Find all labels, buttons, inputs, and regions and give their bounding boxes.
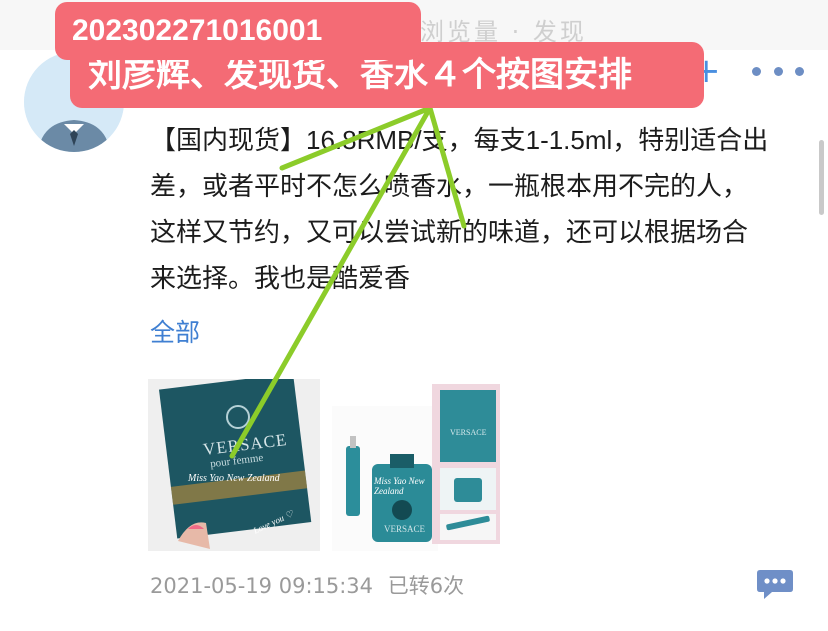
show-all-link[interactable]: 全部 (150, 313, 200, 349)
image-watermark: Miss Yao New Zealand (188, 473, 280, 484)
post-text: 【国内现货】16.8RMB/支，每支1-1.5ml，特别适合出差，或者平时不怎么… (150, 125, 769, 293)
perfume-collage-image (432, 384, 500, 544)
post-meta: 2021-05-19 09:15:34 已转6次 (150, 570, 464, 600)
post-timestamp: 2021-05-19 09:15:34 (150, 574, 374, 598)
comment-bubble-glyph (757, 570, 793, 599)
comment-bubble-icon[interactable] (756, 568, 794, 600)
post-image-2[interactable]: Miss Yao New Zealand VERSACE (332, 406, 438, 551)
image-label: VERSACE (450, 428, 487, 437)
more-dot (752, 66, 761, 76)
screen: 浏览量 · 发现 + 【国内现货】16.8RMB/支，每支1-1.5ml，特别适… (0, 0, 828, 631)
more-dot (773, 66, 783, 76)
annotation-order-id: 202302271016001 (55, 2, 421, 60)
post-image-3[interactable]: VERSACE (432, 384, 500, 544)
repost-count: 已转6次 (387, 574, 465, 598)
more-dot (795, 66, 804, 76)
more-horizontal-icon[interactable] (752, 56, 804, 86)
image-watermark: Miss Yao New Zealand (374, 476, 425, 496)
post-image-1[interactable]: VERSACE pour femme Miss Yao New Zealand … (148, 379, 320, 551)
scrollbar[interactable] (819, 140, 824, 215)
image-bottle-label: VERSACE (384, 524, 426, 534)
